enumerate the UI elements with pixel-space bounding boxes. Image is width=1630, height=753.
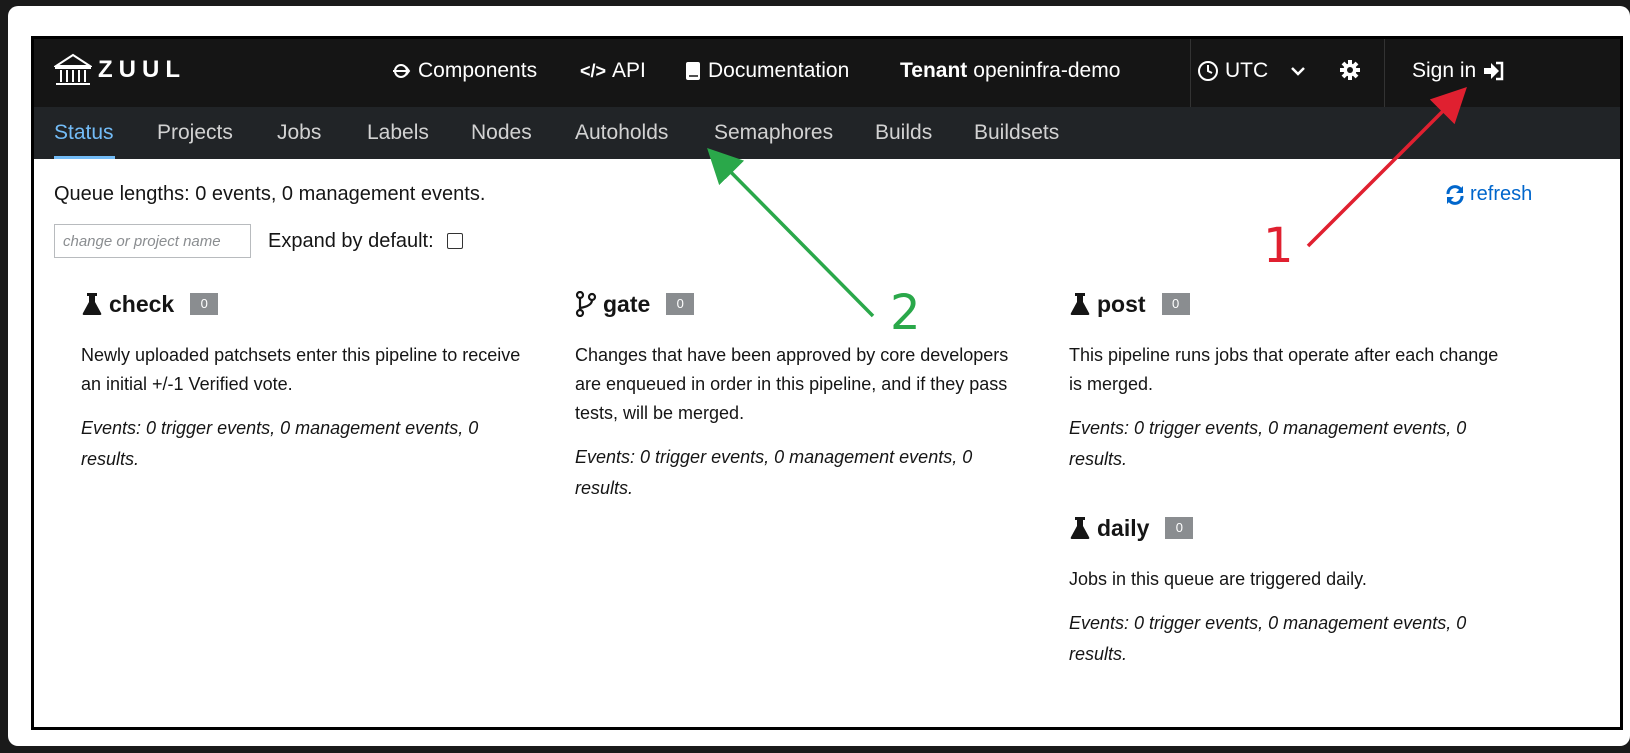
annotation-label-1: 1 xyxy=(1263,218,1294,274)
annotation-arrow-2 xyxy=(707,148,875,318)
annotation-overlay xyxy=(707,87,1467,318)
annotation-label-2: 2 xyxy=(890,285,921,341)
annotation-arrow-1 xyxy=(1306,87,1467,248)
